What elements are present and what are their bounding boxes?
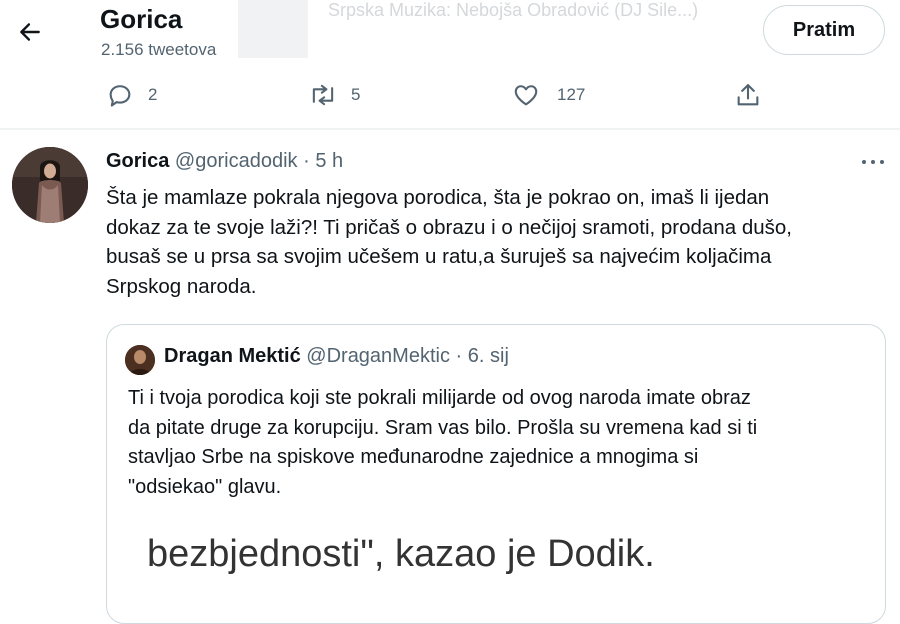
header-background-image bbox=[238, 0, 308, 58]
header-background-text: Srpska Muzika: Nebojša Obradović (DJ Sil… bbox=[328, 0, 699, 20]
author-handle[interactable]: @goricadodik bbox=[175, 150, 298, 172]
quoted-text-line: Ti i tvoja porodica koji ste pokrali mil… bbox=[128, 387, 751, 409]
avatar[interactable] bbox=[12, 147, 88, 223]
profile-title: Gorica bbox=[100, 4, 183, 34]
quoted-text-line: da pitate druge za korupciju. Sram vas b… bbox=[128, 416, 758, 439]
quoted-author-handle: @DraganMektic bbox=[306, 345, 450, 367]
heart-icon bbox=[514, 85, 538, 106]
quoted-author-name: Dragan Mektić bbox=[164, 345, 301, 367]
quoted-text-line: stavljao Srbe na spiskove međunarodne za… bbox=[128, 446, 699, 468]
tweet-text-line: Šta je mamlaze pokrala njegova porodica,… bbox=[106, 186, 770, 209]
tweet-text-line: Srpskog naroda. bbox=[106, 274, 257, 298]
retweet-icon bbox=[312, 84, 334, 106]
quoted-text-line: "odsiekao" glavu. bbox=[128, 475, 282, 498]
tweet-count: 2.156 tweetova bbox=[101, 40, 217, 59]
reply-icon bbox=[109, 85, 131, 107]
header-separator: · bbox=[303, 150, 310, 172]
like-action[interactable]: 127 bbox=[511, 80, 585, 110]
reply-count: 2 bbox=[148, 85, 158, 104]
quoted-tweet[interactable]: Dragan Mektić @DraganMektic · 6. sij Ti … bbox=[106, 324, 886, 624]
tweet-text-line: dokaz za te svoje laži?! Ti pričaš o obr… bbox=[106, 215, 792, 239]
following-button[interactable]: Pratim bbox=[763, 5, 885, 55]
more-button[interactable] bbox=[858, 150, 888, 174]
quoted-avatar bbox=[125, 345, 155, 375]
tweet-text: Šta je mamlaze pokrala njegova porodica,… bbox=[106, 183, 886, 301]
reply-action[interactable]: 2 bbox=[106, 80, 157, 110]
quoted-header-separator: · bbox=[455, 345, 463, 367]
tweet-header: Gorica @goricadodik · 5 h bbox=[106, 150, 343, 173]
tweet-text-line: busaš se u prsa sa svojim učešem u ratu,… bbox=[106, 245, 772, 268]
quoted-profile-photo bbox=[125, 345, 155, 375]
like-count: 127 bbox=[557, 85, 586, 104]
share-icon bbox=[737, 84, 759, 106]
quoted-header: Dragan Mektić @DraganMektic · 6. sij bbox=[164, 345, 509, 368]
more-icon bbox=[862, 160, 884, 164]
quoted-tweet-time: 6. sij bbox=[467, 345, 509, 367]
share-action[interactable] bbox=[734, 80, 762, 110]
arrow-left-icon bbox=[20, 23, 40, 41]
back-button[interactable] bbox=[12, 14, 48, 50]
quoted-media-caption: bezbjednosti", kazao je Dodik. bbox=[147, 533, 655, 575]
profile-photo bbox=[12, 147, 88, 223]
quoted-tweet-text: Ti i tvoja porodica koji ste pokrali mil… bbox=[128, 384, 868, 502]
section-divider bbox=[0, 128, 900, 130]
author-name[interactable]: Gorica bbox=[106, 150, 169, 172]
retweet-count: 5 bbox=[351, 85, 361, 104]
tweet-time[interactable]: 5 h bbox=[315, 150, 343, 172]
retweet-action[interactable]: 5 bbox=[307, 80, 360, 110]
